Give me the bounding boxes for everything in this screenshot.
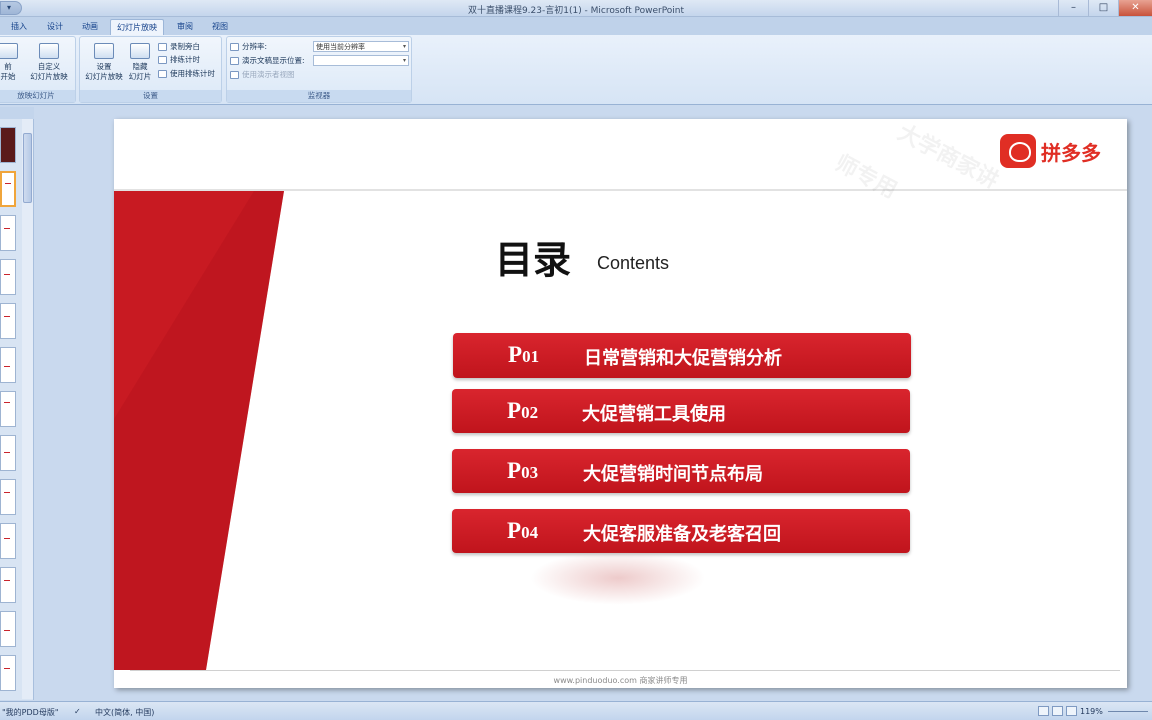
group-label: 放映幻灯片 bbox=[0, 90, 75, 102]
group-monitors: 分辨率: 使用当前分辨率 ▾ 演示文稿显示位置: ▾ 使用演示者视图 监视器 bbox=[226, 36, 412, 103]
slideshow-view-button[interactable] bbox=[1066, 706, 1077, 716]
record-narration-button[interactable]: 录制旁白 bbox=[158, 41, 200, 52]
slide-sorter-button[interactable] bbox=[1052, 706, 1063, 716]
group-label: 设置 bbox=[80, 90, 221, 102]
scrollbar-thumb[interactable] bbox=[23, 133, 32, 203]
thumbnail-scrollbar[interactable] bbox=[22, 119, 33, 699]
tab-animations[interactable]: 动画 bbox=[73, 19, 107, 35]
normal-view-button[interactable] bbox=[1038, 706, 1049, 716]
tab-insert[interactable]: 插入 bbox=[2, 19, 36, 35]
slide-thumbnail-pane bbox=[0, 107, 34, 700]
close-button[interactable]: ✕ bbox=[1118, 0, 1152, 16]
group-start-slideshow: 前 开始 自定义 幻灯片放映 放映幻灯片 bbox=[0, 36, 76, 103]
group-label: 监视器 bbox=[227, 90, 411, 102]
slide-thumbnail[interactable] bbox=[0, 479, 16, 515]
use-rehearsed-timings-checkbox[interactable]: 使用排练计时 bbox=[158, 68, 215, 79]
clock-icon bbox=[158, 55, 167, 64]
maximize-button[interactable]: □ bbox=[1088, 0, 1118, 16]
setup-slideshow-button[interactable]: 设置 幻灯片放映 bbox=[83, 43, 125, 82]
toc-item: P01 日常营销和大促营销分析 bbox=[453, 333, 911, 378]
chevron-down-icon: ▾ bbox=[402, 57, 406, 64]
hide-slide-icon bbox=[130, 43, 150, 59]
custom-show-icon bbox=[39, 43, 59, 59]
toc-item: P04 大促客服准备及老客召回 bbox=[452, 509, 910, 553]
presenter-view-checkbox[interactable]: 使用演示者视图 bbox=[230, 69, 295, 80]
pane-header bbox=[0, 107, 34, 119]
chevron-down-icon: ▾ bbox=[402, 43, 406, 50]
slideshow-icon bbox=[0, 43, 18, 59]
custom-slideshow-button[interactable]: 自定义 幻灯片放映 bbox=[25, 43, 73, 82]
from-current-slide-button[interactable]: 前 开始 bbox=[0, 43, 19, 82]
slide-thumbnail[interactable] bbox=[0, 391, 16, 427]
header-divider bbox=[114, 189, 1127, 191]
pinduoduo-logo: 拼多多 bbox=[1000, 134, 1101, 168]
toc-item: P02 大促营销工具使用 bbox=[452, 389, 910, 433]
blurred-region bbox=[530, 551, 706, 605]
checkbox-icon bbox=[230, 70, 239, 79]
slide-title: 目录 bbox=[495, 238, 572, 282]
slide-canvas[interactable]: 大学商家讲 师专用 拼多多 目录 Contents P01 日常营销和大促营销分… bbox=[114, 119, 1127, 688]
title-bar: ▾ 双十直播课程9.23-言初1(1) - Microsoft PowerPoi… bbox=[0, 0, 1152, 17]
slide-subtitle: Contents bbox=[597, 253, 670, 273]
status-bar: "我的PDD母版" ✓ 中文(简体, 中国) 119% bbox=[0, 701, 1152, 720]
slide-thumbnail-selected[interactable] bbox=[0, 171, 16, 207]
show-on-select[interactable]: ▾ bbox=[313, 55, 409, 66]
zoom-level[interactable]: 119% bbox=[1080, 707, 1103, 716]
footer-divider bbox=[130, 670, 1120, 671]
spellcheck-icon[interactable]: ✓ bbox=[74, 707, 81, 716]
slide-thumbnail[interactable] bbox=[0, 567, 16, 603]
microphone-icon bbox=[158, 42, 167, 51]
tab-design[interactable]: 设计 bbox=[38, 19, 72, 35]
monitor-icon bbox=[230, 56, 239, 65]
slide-footer: www.pinduoduo.com 商家讲师专用 bbox=[553, 676, 688, 685]
slide-thumbnail[interactable] bbox=[0, 215, 16, 251]
checkbox-icon bbox=[158, 69, 167, 78]
setup-icon bbox=[94, 43, 114, 59]
tab-slide-show[interactable]: 幻灯片放映 bbox=[110, 19, 164, 35]
ribbon-tabs: 插入 设计 动画 幻灯片放映 审阅 视图 bbox=[0, 17, 1152, 35]
show-on-label: 演示文稿显示位置: bbox=[230, 55, 305, 66]
resolution-select[interactable]: 使用当前分辨率 ▾ bbox=[313, 41, 409, 52]
slide-thumbnail[interactable] bbox=[0, 347, 16, 383]
slide-thumbnail[interactable] bbox=[0, 523, 16, 559]
monitor-icon bbox=[230, 42, 239, 51]
slide-thumbnail[interactable] bbox=[0, 611, 16, 647]
minimize-button[interactable]: – bbox=[1058, 0, 1088, 16]
heart-icon bbox=[1000, 134, 1036, 168]
theme-name: "我的PDD母版" bbox=[2, 708, 59, 717]
slide-thumbnail[interactable] bbox=[0, 435, 16, 471]
slide-thumbnail[interactable] bbox=[0, 655, 16, 691]
group-setup: 设置 幻灯片放映 隐藏 幻灯片 录制旁白 排练计时 使用排练计时 设置 bbox=[79, 36, 222, 103]
tab-review[interactable]: 审阅 bbox=[168, 19, 202, 35]
slide-thumbnail[interactable] bbox=[0, 127, 16, 163]
hide-slide-button[interactable]: 隐藏 幻灯片 bbox=[124, 43, 156, 82]
slide-thumbnail[interactable] bbox=[0, 303, 16, 339]
zoom-slider[interactable] bbox=[1108, 711, 1148, 712]
language-indicator[interactable]: 中文(简体, 中国) bbox=[95, 707, 154, 718]
tab-view[interactable]: 视图 bbox=[203, 19, 237, 35]
slide-thumbnail[interactable] bbox=[0, 259, 16, 295]
resolution-label: 分辨率: bbox=[230, 41, 267, 52]
window-title: 双十直播课程9.23-言初1(1) - Microsoft PowerPoint bbox=[467, 6, 685, 16]
rehearse-timings-button[interactable]: 排练计时 bbox=[158, 54, 200, 65]
toc-item: P03 大促营销时间节点布局 bbox=[452, 449, 910, 493]
ribbon: 前 开始 自定义 幻灯片放映 放映幻灯片 设置 幻灯片放映 隐藏 幻灯片 录制旁… bbox=[0, 35, 1152, 105]
